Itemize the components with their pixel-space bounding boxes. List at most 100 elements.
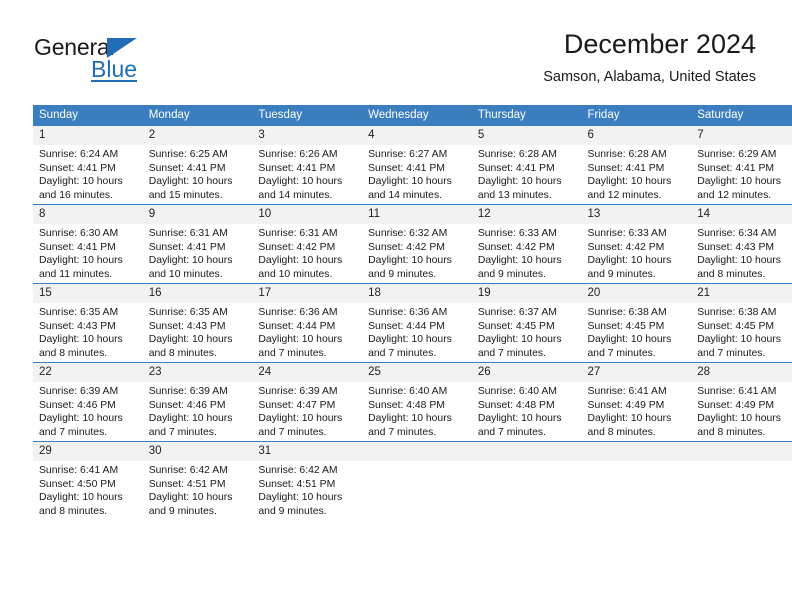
sunset-time: Sunset: 4:51 PM — [258, 478, 336, 490]
calendar-day-cell-empty — [471, 441, 582, 520]
calendar-week-row: 1 Sunrise: 6:24 AM Sunset: 4:41 PM Daylight… — [33, 126, 792, 205]
calendar-day-cell[interactable]: 15 Sunrise: 6:35 AM Sunset: 4:43 PM Dayligh… — [33, 283, 143, 363]
sunset-time: Sunset: 4:45 PM — [587, 320, 665, 332]
daylight-duration-line1: Daylight: 10 hours — [477, 255, 562, 267]
day-number — [362, 442, 472, 461]
calendar-day-cell[interactable]: 5 Sunrise: 6:28 AM Sunset: 4:41 PM Daylight… — [471, 126, 582, 205]
calendar-day-cell[interactable]: 23 Sunrise: 6:39 AM Sunset: 4:46 PM Dayligh… — [142, 362, 253, 442]
calendar-day-cell[interactable]: 10 Sunrise: 6:31 AM Sunset: 4:42 PM Dayligh… — [252, 204, 363, 284]
daylight-duration-line1: Daylight: 10 hours — [258, 413, 343, 425]
sunset-time: Sunset: 4:46 PM — [148, 399, 226, 411]
sunset-time: Sunset: 4:43 PM — [148, 320, 226, 332]
daylight-duration-line2: and 13 minutes. — [477, 189, 552, 201]
day-number — [581, 442, 692, 461]
sunrise-time: Sunrise: 6:39 AM — [39, 386, 119, 397]
calendar-day-cell[interactable]: 29 Sunrise: 6:41 AM Sunset: 4:50 PM Dayligh… — [33, 441, 143, 520]
sunset-time: Sunset: 4:42 PM — [587, 241, 665, 253]
sunrise-time: Sunrise: 6:33 AM — [477, 228, 557, 239]
calendar-day-cell[interactable]: 26 Sunrise: 6:40 AM Sunset: 4:48 PM Dayligh… — [471, 362, 582, 442]
sunrise-time: Sunrise: 6:30 AM — [39, 228, 119, 239]
sunrise-time: Sunrise: 6:39 AM — [258, 386, 338, 397]
calendar-day-cell[interactable]: 21 Sunrise: 6:38 AM Sunset: 4:45 PM Dayligh… — [691, 283, 792, 363]
sunrise-time: Sunrise: 6:33 AM — [587, 228, 667, 239]
calendar-day-cell[interactable]: 2 Sunrise: 6:25 AM Sunset: 4:41 PM Daylight… — [142, 126, 253, 205]
weekday-header-friday: Friday — [581, 105, 692, 126]
calendar-day-cell[interactable]: 14 Sunrise: 6:34 AM Sunset: 4:43 PM Dayligh… — [691, 204, 792, 284]
daylight-duration-line1: Daylight: 10 hours — [148, 255, 233, 267]
sunset-time: Sunset: 4:43 PM — [39, 320, 116, 332]
sunset-time: Sunset: 4:44 PM — [368, 320, 445, 332]
calendar-day-cell[interactable]: 3 Sunrise: 6:26 AM Sunset: 4:41 PM Daylight… — [252, 126, 363, 205]
day-details: Sunrise: 6:28 AM Sunset: 4:41 PM Daylight:… — [582, 145, 692, 202]
sunset-time: Sunset: 4:48 PM — [368, 399, 445, 411]
weekday-header-row: Sunday Monday Tuesday Wednesday Thursday… — [33, 105, 792, 126]
daylight-duration-line2: and 9 minutes. — [368, 268, 437, 280]
daylight-duration-line2: and 7 minutes. — [697, 347, 766, 359]
calendar-day-cell[interactable]: 22 Sunrise: 6:39 AM Sunset: 4:46 PM Dayligh… — [33, 362, 143, 442]
calendar-day-cell[interactable]: 19 Sunrise: 6:37 AM Sunset: 4:45 PM Dayligh… — [471, 283, 582, 363]
daylight-duration-line2: and 7 minutes. — [368, 347, 437, 359]
day-number: 18 — [362, 284, 472, 303]
calendar-day-cell[interactable]: 27 Sunrise: 6:41 AM Sunset: 4:49 PM Dayligh… — [581, 362, 692, 442]
sunset-time: Sunset: 4:44 PM — [258, 320, 336, 332]
sunrise-time: Sunrise: 6:38 AM — [587, 307, 667, 318]
daylight-duration-line2: and 11 minutes. — [39, 268, 113, 280]
calendar-day-cell[interactable]: 16 Sunrise: 6:35 AM Sunset: 4:43 PM Dayligh… — [142, 283, 253, 363]
calendar-day-cell[interactable]: 28 Sunrise: 6:41 AM Sunset: 4:49 PM Dayligh… — [691, 362, 792, 442]
calendar-day-cell[interactable]: 9 Sunrise: 6:31 AM Sunset: 4:41 PM Daylight… — [142, 204, 253, 284]
calendar-day-cell[interactable]: 31 Sunrise: 6:42 AM Sunset: 4:51 PM Dayligh… — [252, 441, 363, 520]
sunrise-time: Sunrise: 6:41 AM — [697, 386, 777, 397]
daylight-duration-line1: Daylight: 10 hours — [477, 176, 562, 188]
calendar-day-cell[interactable]: 25 Sunrise: 6:40 AM Sunset: 4:48 PM Dayligh… — [362, 362, 472, 442]
day-number: 9 — [142, 205, 253, 224]
sunset-time: Sunset: 4:43 PM — [697, 241, 775, 253]
sunset-time: Sunset: 4:48 PM — [477, 399, 555, 411]
daylight-duration-line1: Daylight: 10 hours — [148, 492, 233, 504]
daylight-duration-line2: and 12 minutes. — [697, 189, 772, 201]
day-number: 8 — [33, 205, 143, 224]
sunrise-time: Sunrise: 6:36 AM — [368, 307, 448, 318]
calendar-day-cell[interactable]: 11 Sunrise: 6:32 AM Sunset: 4:42 PM Dayligh… — [362, 204, 472, 284]
daylight-duration-line1: Daylight: 10 hours — [368, 176, 452, 188]
calendar-day-cell[interactable]: 6 Sunrise: 6:28 AM Sunset: 4:41 PM Daylight… — [581, 126, 692, 205]
day-number: 29 — [33, 442, 143, 461]
day-number: 3 — [252, 126, 363, 145]
calendar-day-cell[interactable]: 30 Sunrise: 6:42 AM Sunset: 4:51 PM Dayligh… — [142, 441, 253, 520]
day-details: Sunrise: 6:31 AM Sunset: 4:41 PM Daylight:… — [143, 224, 253, 281]
day-number: 1 — [33, 126, 143, 145]
sunrise-time: Sunrise: 6:34 AM — [697, 228, 777, 239]
sunrise-time: Sunrise: 6:28 AM — [587, 149, 667, 160]
sunrise-time: Sunrise: 6:24 AM — [39, 149, 119, 160]
day-number: 26 — [471, 363, 582, 382]
calendar-day-cell[interactable]: 24 Sunrise: 6:39 AM Sunset: 4:47 PM Dayligh… — [252, 362, 363, 442]
sunset-time: Sunset: 4:41 PM — [39, 241, 116, 253]
sunrise-time: Sunrise: 6:36 AM — [258, 307, 338, 318]
calendar-day-cell-empty — [691, 441, 792, 520]
day-number: 22 — [33, 363, 143, 382]
daylight-duration-line1: Daylight: 10 hours — [697, 176, 781, 188]
day-number: 21 — [691, 284, 792, 303]
calendar-day-cell[interactable]: 4 Sunrise: 6:27 AM Sunset: 4:41 PM Daylight… — [362, 126, 472, 205]
calendar-head: Sunday Monday Tuesday Wednesday Thursday… — [33, 105, 792, 126]
calendar-day-cell[interactable]: 8 Sunrise: 6:30 AM Sunset: 4:41 PM Daylight… — [33, 204, 143, 284]
sunrise-time: Sunrise: 6:32 AM — [368, 228, 448, 239]
sunrise-time: Sunrise: 6:42 AM — [258, 465, 338, 476]
calendar-day-cell[interactable]: 1 Sunrise: 6:24 AM Sunset: 4:41 PM Daylight… — [33, 126, 143, 205]
day-number: 27 — [581, 363, 692, 382]
day-details: Sunrise: 6:29 AM Sunset: 4:41 PM Daylight:… — [691, 145, 792, 202]
daylight-duration-line2: and 10 minutes. — [258, 268, 333, 280]
sunrise-time: Sunrise: 6:42 AM — [148, 465, 228, 476]
sunrise-time: Sunrise: 6:29 AM — [697, 149, 777, 160]
calendar-day-cell[interactable]: 7 Sunrise: 6:29 AM Sunset: 4:41 PM Daylight… — [691, 126, 792, 205]
calendar-day-cell[interactable]: 18 Sunrise: 6:36 AM Sunset: 4:44 PM Dayligh… — [362, 283, 472, 363]
daylight-duration-line2: and 16 minutes. — [39, 189, 113, 201]
calendar-day-cell[interactable]: 17 Sunrise: 6:36 AM Sunset: 4:44 PM Dayligh… — [252, 283, 363, 363]
calendar-day-cell[interactable]: 13 Sunrise: 6:33 AM Sunset: 4:42 PM Dayligh… — [581, 204, 692, 284]
sunrise-time: Sunrise: 6:35 AM — [39, 307, 119, 318]
daylight-duration-line1: Daylight: 10 hours — [39, 413, 123, 425]
calendar-day-cell[interactable]: 12 Sunrise: 6:33 AM Sunset: 4:42 PM Dayligh… — [471, 204, 582, 284]
sunset-time: Sunset: 4:41 PM — [258, 162, 336, 174]
logo-text-blue: Blue — [91, 56, 138, 82]
page-header: General Blue December 2024 Samson, Alaba… — [0, 0, 792, 102]
calendar-day-cell[interactable]: 20 Sunrise: 6:38 AM Sunset: 4:45 PM Dayligh… — [581, 283, 692, 363]
